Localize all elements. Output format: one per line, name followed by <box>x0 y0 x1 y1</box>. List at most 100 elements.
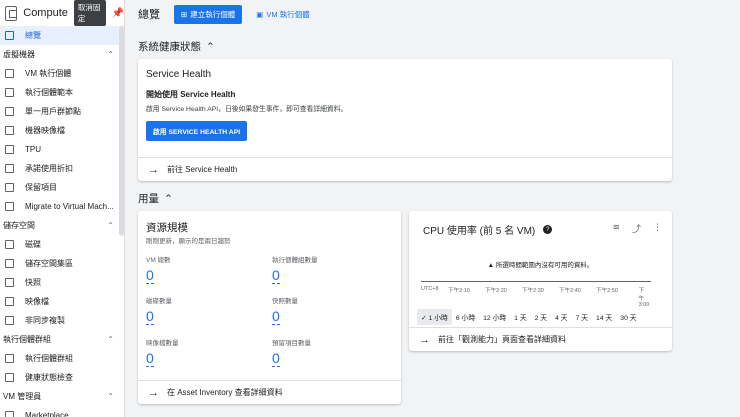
time-range-label: 12 小時 <box>483 315 507 322</box>
sidebar-item[interactable]: 儲存空間集區 <box>0 254 124 273</box>
sidebar-section-header[interactable]: 虛擬機器 ⌃ <box>0 45 124 64</box>
add-icon: ⊞ <box>181 9 188 19</box>
storage-pool-icon <box>5 259 14 268</box>
sidebar-item[interactable]: 總覽 <box>0 26 124 45</box>
axis-tick-label: 下午2:40 <box>559 288 581 294</box>
sidebar-item[interactable]: 非同步複製 <box>0 311 124 330</box>
axis-tick-label: 下午3:00 <box>638 288 650 308</box>
time-range-option[interactable]: 30 天 <box>616 309 640 325</box>
sidebar-item[interactable]: 保留項目 <box>0 178 124 197</box>
async-replication-icon <box>5 316 14 325</box>
chevron-up-icon: ⌃ <box>206 40 215 53</box>
metric-value[interactable]: 0 <box>272 351 280 367</box>
chevron-up-icon: ⌃ <box>107 50 114 59</box>
legend-toggle-icon[interactable]: ≋ <box>612 222 620 235</box>
sidebar-item[interactable]: 健康狀態檢查 <box>0 368 124 387</box>
sidebar-section-header[interactable]: 儲存空間 ⌃ <box>0 216 124 235</box>
sidebar-item[interactable]: Migrate to Virtual Mach... <box>0 197 124 216</box>
resources-subtitle: 剛剛更新，顯示的是兩日趨勢 <box>146 238 231 245</box>
compute-chip-icon <box>5 5 18 21</box>
chevron-up-icon: ⌃ <box>107 335 114 344</box>
sidebar-item-label: 執行個體範本 <box>25 88 73 97</box>
sidebar-scrollbar[interactable] <box>119 26 124 236</box>
enable-service-health-button[interactable]: 啟用 SERVICE HEALTH API <box>146 121 248 141</box>
asset-inventory-link[interactable]: → 在 Asset Inventory 查看詳細資料 <box>138 380 401 404</box>
metric-label: 預留項目數量 <box>272 340 311 347</box>
sidebar-item[interactable]: 承諾使用折扣 <box>0 159 124 178</box>
metric-image-count: 映像檔數量 0 <box>146 337 266 367</box>
metric-label: VM 總數 <box>146 257 171 264</box>
template-icon <box>5 88 14 97</box>
pin-icon[interactable]: 📌 <box>112 8 124 19</box>
no-data-message: ▲ 所選時間範圍內沒有可用的資料。 <box>409 259 672 269</box>
top-bar: 總覽 ⊞ 建立執行個體 ▣ VM 執行個體 <box>126 0 740 28</box>
sidebar-item-label: 快照 <box>25 278 41 287</box>
metric-value[interactable]: 0 <box>146 309 154 325</box>
more-vert-icon[interactable]: ⋮ <box>653 222 662 235</box>
sidebar-item[interactable]: 執行個體群組 <box>0 349 124 368</box>
sidebar-item[interactable]: TPU <box>0 140 124 159</box>
marketplace-icon <box>5 411 14 417</box>
metric-instance-group-count: 執行個體組數量 0 <box>272 254 392 284</box>
create-instance-label: 建立執行個體 <box>190 9 236 19</box>
help-icon[interactable]: ? <box>543 225 553 234</box>
time-range-option[interactable]: 7 天 <box>572 309 592 325</box>
service-health-card: Service Health 開始使用 Service Health 啟用 Se… <box>138 59 672 181</box>
metric-label: 執行個體組數量 <box>272 257 318 264</box>
sidebar-item[interactable]: 單一用戶群節點 <box>0 102 124 121</box>
cpu-usage-card: CPU 使用率 (前 5 名 VM) ? ≋ ⤴ ⋮ ▲ 所選時間範圍內沒有可用… <box>409 211 672 351</box>
sidebar-item-label: TPU <box>25 145 41 154</box>
time-range-label: 1 小時 <box>428 315 448 322</box>
observability-link[interactable]: → 前往「觀測能力」頁面查看詳細資料 <box>409 327 672 351</box>
arrow-right-icon: → <box>148 386 159 399</box>
time-range-option[interactable]: 12 小時 <box>479 309 510 325</box>
time-range-option[interactable]: 2 天 <box>531 309 551 325</box>
metric-value[interactable]: 0 <box>146 268 154 284</box>
time-axis: UTC+8 下午2:10 下午2:20 下午2:30 下午2:40 下午2:50… <box>421 281 651 308</box>
sidebar-section-header[interactable]: VM 管理員 ⌃ <box>0 387 124 406</box>
metric-value[interactable]: 0 <box>272 309 280 325</box>
service-health-description: 啟用 Service Health API，日後如果發生事件，即可查看詳細資料。 <box>146 106 348 113</box>
instance-group-icon <box>5 354 14 363</box>
time-range-option[interactable]: 6 小時 <box>452 309 479 325</box>
time-range-label: 14 天 <box>596 315 613 322</box>
sidebar-item-label: 機器映像檔 <box>25 126 65 135</box>
sidebar-item[interactable]: VM 執行個體 <box>0 64 124 83</box>
metric-label: 磁碟數量 <box>146 298 172 305</box>
discount-icon <box>5 164 14 173</box>
sidebar-item[interactable]: 執行個體範本 <box>0 83 124 102</box>
axis-tick-label: 下午2:50 <box>596 288 618 294</box>
chevron-up-icon: ⌃ <box>164 192 173 205</box>
time-range-option[interactable]: 4 天 <box>551 309 571 325</box>
explore-chart-icon[interactable]: ⤴ <box>632 222 641 235</box>
service-health-link[interactable]: → 前往 Service Health <box>138 157 672 181</box>
page-title: 總覽 <box>138 9 160 21</box>
sidebar-section-label: VM 管理員 <box>3 392 42 401</box>
sidebar-item-label: 健康狀態檢查 <box>25 373 73 382</box>
sidebar-section-header[interactable]: 執行個體群組 ⌃ <box>0 330 124 349</box>
cpu-title: CPU 使用率 (前 5 名 VM) ? <box>423 222 553 237</box>
sidebar-item[interactable]: 磁碟 <box>0 235 124 254</box>
overview-icon <box>5 31 14 40</box>
resources-card: 資源規模 剛剛更新，顯示的是兩日趨勢 VM 總數 0 執行個體組數量 0 磁碟數量 0… <box>138 211 401 404</box>
health-check-icon <box>5 373 14 382</box>
sidebar-item[interactable]: 映像檔 <box>0 292 124 311</box>
time-range-option[interactable]: 1 天 <box>510 309 530 325</box>
metric-value[interactable]: 0 <box>146 351 154 367</box>
vm-instances-link[interactable]: ▣ VM 執行個體 <box>256 9 309 20</box>
time-range-option[interactable]: ✓ 1 小時 <box>417 309 452 325</box>
sidebar-item-label: 單一用戶群節點 <box>25 107 81 116</box>
chevron-up-icon: ⌃ <box>107 392 114 401</box>
metric-value[interactable]: 0 <box>272 268 280 284</box>
check-icon: ✓ <box>421 315 429 322</box>
metric-label: 快照數量 <box>272 298 298 305</box>
sidebar-item[interactable]: 機器映像檔 <box>0 121 124 140</box>
sidebar-item[interactable]: Marketplace <box>0 406 124 417</box>
sidebar-item[interactable]: 快照 <box>0 273 124 292</box>
sidebar-item-label: Migrate to Virtual Mach... <box>25 202 114 211</box>
time-range-label: 2 天 <box>534 315 548 322</box>
usage-header[interactable]: 用量 ⌃ <box>138 191 173 206</box>
system-health-header[interactable]: 系統健康狀態 ⌃ <box>138 39 215 54</box>
time-range-option[interactable]: 14 天 <box>592 309 616 325</box>
create-instance-button[interactable]: ⊞ 建立執行個體 <box>174 4 243 24</box>
